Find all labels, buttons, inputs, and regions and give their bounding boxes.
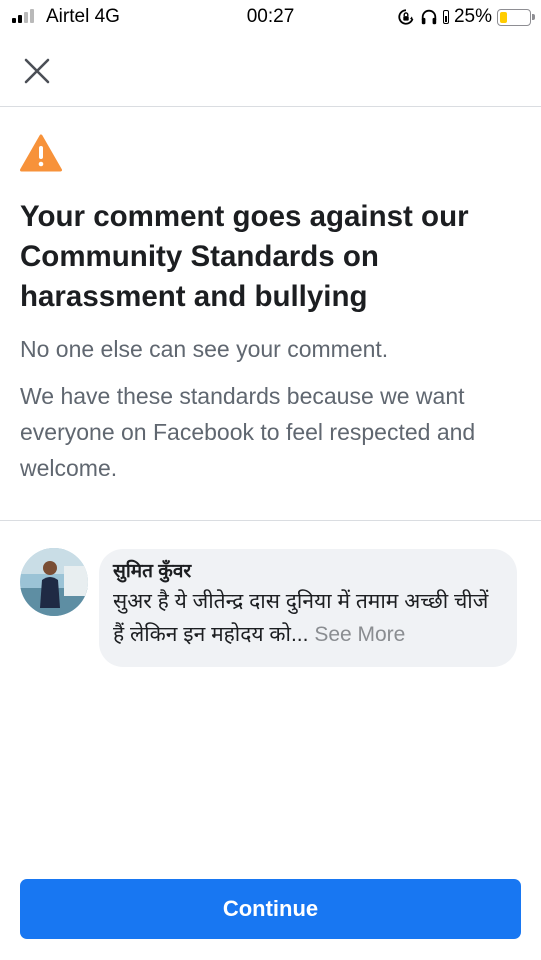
avatar bbox=[20, 548, 88, 616]
warning-icon bbox=[20, 134, 62, 172]
close-button[interactable] bbox=[18, 52, 56, 90]
notice-body: We have these standards because we want … bbox=[20, 383, 476, 481]
status-icons: 25% bbox=[397, 6, 535, 28]
comment-author: सुमित कुँवर bbox=[113, 561, 192, 582]
continue-button[interactable]: Continue bbox=[20, 879, 521, 939]
battery-icon bbox=[497, 8, 535, 26]
comment-body: सुअर है ये जीतेन्द्र दास दुनिया में तमाम… bbox=[113, 590, 489, 646]
section-divider bbox=[0, 520, 541, 521]
comment-bubble: सुमित कुँवर सुअर है ये जीतेन्द्र दास दुन… bbox=[99, 549, 517, 667]
battery-percent: 25% bbox=[453, 6, 492, 27]
notice-subtitle: No one else can see your comment. bbox=[20, 336, 389, 362]
charging-indicator-icon bbox=[442, 10, 449, 24]
close-icon bbox=[24, 58, 50, 84]
status-bar: Airtel 4G 00:27 25% bbox=[0, 0, 541, 36]
notice-title: Your comment goes against our Community … bbox=[20, 200, 469, 313]
rotation-lock-icon bbox=[398, 9, 414, 25]
see-more-link[interactable]: See More bbox=[314, 623, 405, 646]
headphones-icon bbox=[421, 9, 437, 25]
header-divider bbox=[0, 106, 541, 107]
comment-text: सुअर है ये जीतेन्द्र दास दुनिया में तमाम… bbox=[113, 585, 503, 651]
